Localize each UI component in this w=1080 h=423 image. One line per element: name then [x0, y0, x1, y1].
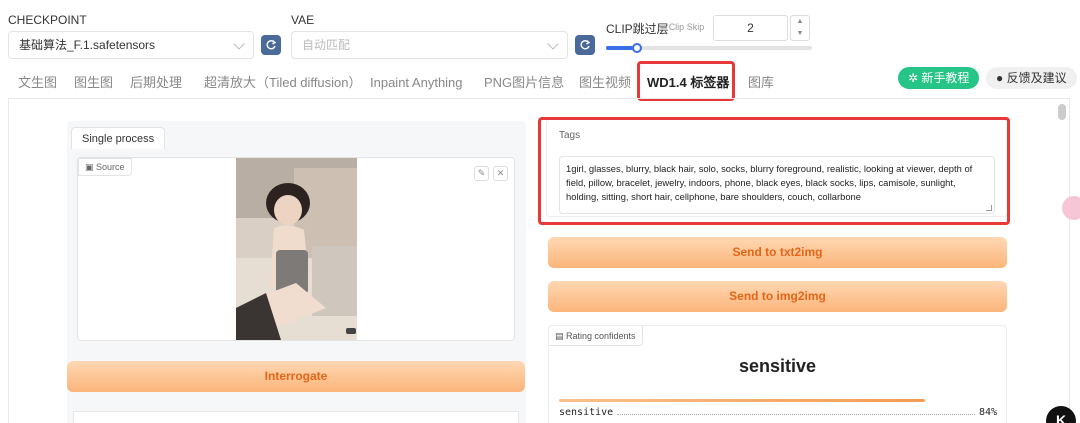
settings-panel [73, 411, 519, 423]
vae-select[interactable]: 自动匹配 [291, 31, 568, 59]
send-to-img2img-button[interactable]: Send to img2img [548, 281, 1007, 312]
chevron-down-icon [233, 38, 245, 50]
tab-txt2img[interactable]: 文生图 [18, 72, 57, 94]
k-badge-icon: K [1046, 406, 1076, 423]
chevron-down-icon [547, 38, 559, 50]
feedback-label: 反馈及建议 [1006, 71, 1067, 85]
chevron-up-icon[interactable]: ▲ [791, 16, 809, 28]
chevron-down-icon[interactable]: ▼ [791, 28, 809, 40]
source-image [236, 158, 357, 340]
tab-postprocess[interactable]: 后期处理 [130, 72, 182, 94]
vae-label: VAE [291, 13, 315, 27]
clip-skip-label-cn: CLIP跳过层 [606, 22, 669, 36]
single-process-panel: Single process ▣ Source ✎ ✕ Interrogate [67, 121, 526, 423]
clip-skip-label-en: Clip Skip [668, 22, 705, 32]
source-image-dropzone[interactable]: ▣ Source ✎ ✕ [77, 157, 515, 341]
checkpoint-value: 基础算法_F.1.safetensors [19, 38, 156, 52]
rating-label-text: Rating confidents [566, 331, 636, 341]
tab-single-process[interactable]: Single process [71, 127, 166, 149]
clip-skip-slider[interactable] [606, 43, 812, 53]
source-label-text: Source [96, 162, 125, 172]
tab-highlight-box [637, 61, 735, 101]
clip-skip-label: CLIP跳过层Clip Skip [606, 20, 704, 37]
refresh-vae-button[interactable] [575, 35, 595, 55]
rating-row-leader [617, 407, 975, 415]
bar-chart-icon: ▤ [555, 331, 567, 341]
sparkle-icon: ✲ [908, 71, 922, 85]
rating-row-name: sensitive [559, 407, 614, 418]
rating-top-label: sensitive [738, 356, 817, 376]
feedback-button[interactable]: ● 反馈及建议 [986, 67, 1077, 89]
clip-skip-stepper[interactable]: ▲ ▼ [790, 15, 810, 41]
rating-row-value: 84% [978, 407, 997, 418]
tab-img2img[interactable]: 图生图 [74, 72, 113, 94]
refresh-checkpoint-button[interactable] [261, 35, 281, 55]
scrollbar-thumb[interactable] [1058, 104, 1066, 120]
rating-confidence-bar [559, 399, 926, 402]
interrogate-button[interactable]: Interrogate [67, 361, 525, 392]
send-to-txt2img-button[interactable]: Send to txt2img [548, 237, 1007, 268]
tab-img2video[interactable]: 图生视频 [579, 72, 631, 94]
tags-highlight-box [538, 117, 1010, 225]
rating-row: sensitive 84% [559, 407, 997, 418]
refresh-icon [266, 39, 277, 50]
checkpoint-label: CHECKPOINT [8, 13, 87, 27]
close-icon[interactable]: ✕ [493, 166, 508, 181]
clip-skip-input[interactable]: 2 [713, 15, 788, 41]
clip-skip-slider-handle[interactable] [631, 43, 642, 53]
tab-inpaint-anything[interactable]: Inpaint Anything [370, 72, 463, 94]
chat-bubble-icon: ● [996, 71, 1007, 85]
rating-panel: ▤ Rating confidents sensitive sensitive … [548, 325, 1007, 423]
tab-gallery[interactable]: 图库 [748, 72, 774, 94]
floating-assistant-icon[interactable] [1062, 196, 1080, 220]
tutorial-label: 新手教程 [921, 71, 970, 85]
refresh-icon [580, 39, 591, 50]
tutorial-button[interactable]: ✲ 新手教程 [898, 67, 980, 89]
vae-value: 自动匹配 [302, 38, 351, 52]
tab-tiled-diffusion[interactable]: 超清放大（Tiled diffusion） [204, 72, 362, 94]
image-icon: ▣ [85, 162, 97, 172]
rating-label: ▤ Rating confidents [549, 326, 643, 346]
source-label: ▣ Source [78, 158, 132, 176]
checkpoint-select[interactable]: 基础算法_F.1.safetensors [8, 31, 254, 59]
edit-icon[interactable]: ✎ [474, 166, 489, 181]
tab-png-info[interactable]: PNG图片信息 [484, 72, 564, 94]
